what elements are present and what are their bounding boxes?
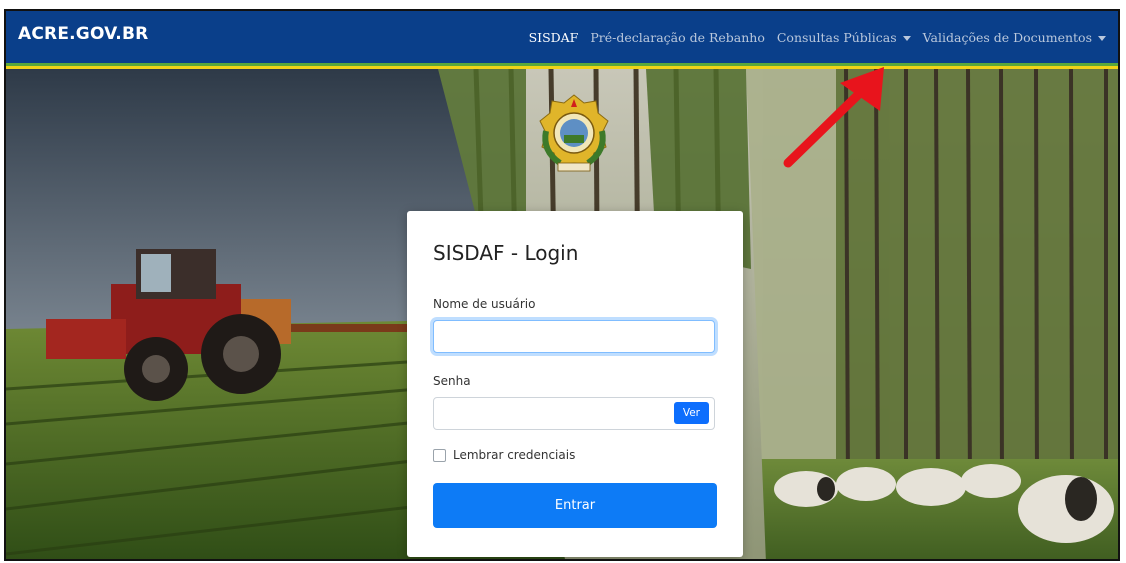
submit-button[interactable]: Entrar xyxy=(433,483,717,528)
brand-logo[interactable]: ACRE.GOV.BR xyxy=(18,24,148,44)
username-input[interactable] xyxy=(433,320,715,353)
acre-state-coat-of-arms-icon xyxy=(536,91,612,177)
username-label: Nome de usuário xyxy=(433,297,536,311)
nav-link-label: Validações de Documentos xyxy=(922,29,1092,45)
nav-link-label: SISDAF xyxy=(528,29,579,45)
show-password-button[interactable]: Ver xyxy=(673,402,709,424)
remember-credentials[interactable]: Lembrar credenciais xyxy=(433,448,575,462)
nav-links: SISDAF Pré-declaração de Rebanho Consult… xyxy=(529,11,1118,63)
browser-viewport: ACRE.GOV.BR SISDAF Pré-declaração de Reb… xyxy=(4,9,1120,561)
flag-stripe-yellow xyxy=(6,66,1118,69)
top-navbar: ACRE.GOV.BR SISDAF Pré-declaração de Reb… xyxy=(6,11,1118,63)
nav-link-label: Pré-declaração de Rebanho xyxy=(590,29,765,45)
nav-dropdown-validacoes[interactable]: Validações de Documentos xyxy=(923,30,1106,45)
password-input[interactable] xyxy=(433,397,715,430)
red-arrow-icon xyxy=(776,61,896,176)
login-title: SISDAF - Login xyxy=(433,241,579,265)
nav-dropdown-consultas-publicas[interactable]: Consultas Públicas xyxy=(777,30,911,45)
login-card: SISDAF - Login Nome de usuário Senha Ver… xyxy=(407,211,743,557)
caret-down-icon xyxy=(1098,35,1106,41)
remember-checkbox[interactable] xyxy=(433,448,446,462)
nav-link-label: Consultas Públicas xyxy=(776,29,897,45)
remember-label: Lembrar credenciais xyxy=(453,448,576,462)
nav-link-sisdaf[interactable]: SISDAF xyxy=(529,30,579,45)
nav-link-pre-declaracao[interactable]: Pré-declaração de Rebanho xyxy=(590,30,765,45)
password-label: Senha xyxy=(433,374,471,388)
caret-down-icon xyxy=(902,35,911,41)
password-field: Ver xyxy=(433,397,715,430)
